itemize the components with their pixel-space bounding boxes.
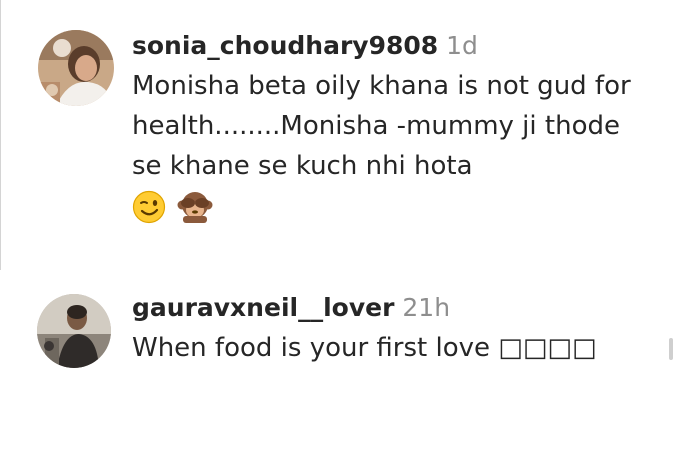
comment-body: sonia_choudhary9808 1d Monisha beta oily … (132, 28, 662, 230)
comment-header: sonia_choudhary9808 1d (132, 28, 662, 64)
left-divider (0, 0, 1, 270)
avatar[interactable] (37, 294, 111, 368)
emoji-row (132, 190, 662, 230)
comment-header: gauravxneil__lover 21h (132, 290, 662, 326)
scroll-edge-indicator (669, 338, 673, 360)
comment-text: When food is your first love □□□□ (132, 333, 597, 363)
comment-text: Monisha beta oily khana is not gud for h… (132, 71, 631, 181)
see-no-evil-monkey-icon (177, 190, 213, 228)
avatar-photo-icon (38, 30, 114, 106)
username-link[interactable]: sonia_choudhary9808 (132, 31, 438, 60)
winking-face-emoji-icon (132, 190, 166, 228)
timestamp[interactable]: 21h (402, 293, 450, 322)
username-link[interactable]: gauravxneil__lover (132, 293, 394, 322)
timestamp[interactable]: 1d (446, 31, 478, 60)
avatar[interactable] (38, 30, 114, 106)
avatar-photo-icon (37, 294, 111, 368)
comment-body: gauravxneil__lover 21h When food is your … (132, 290, 662, 368)
